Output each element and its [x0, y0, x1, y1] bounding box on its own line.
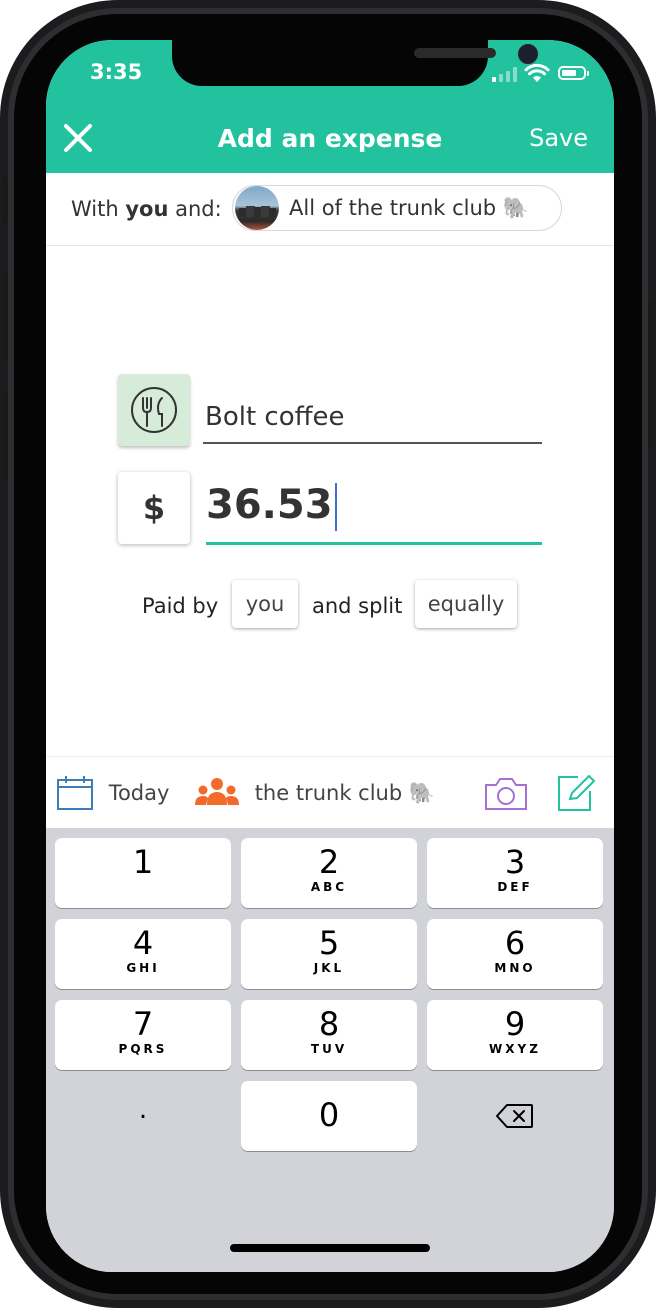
group-button[interactable]: the trunk club 🐘 [194, 775, 435, 811]
with-label: With you and: [71, 197, 222, 221]
save-button[interactable]: Save [529, 124, 588, 152]
currency-button[interactable]: $ [118, 472, 190, 544]
status-time: 3:35 [90, 60, 143, 84]
amount-value: 36.53 [206, 482, 333, 528]
numeric-keypad: 1 2 ABC 3 DEF 4 GHI 5 JKL 6 MNO 7 PQRS 8 TUV 9W… [46, 828, 614, 1272]
volume-down-button [2, 390, 8, 482]
camera-icon[interactable] [484, 775, 528, 811]
date-label: Today [108, 781, 170, 805]
key-6[interactable]: 6 MNO [427, 919, 603, 989]
mute-switch [2, 176, 8, 224]
key-7[interactable]: 7 PQRS [55, 1000, 231, 1070]
screen: 3:35 Add an expense Save With you and: A… [46, 40, 614, 1272]
fork-knife-icon [131, 387, 177, 433]
calendar-icon [57, 776, 93, 810]
backspace-icon [496, 1104, 533, 1128]
split-method-button[interactable]: equally [415, 580, 517, 628]
app-header: 3:35 Add an expense Save [46, 40, 614, 173]
key-5[interactable]: 5 JKL [241, 919, 417, 989]
key-3[interactable]: 3 DEF [427, 838, 603, 908]
key-2[interactable]: 2 ABC [241, 838, 417, 908]
group-people-icon [195, 778, 239, 805]
front-camera [518, 44, 538, 64]
note-pencil-icon[interactable] [556, 773, 596, 813]
category-button[interactable] [118, 374, 190, 446]
power-button [648, 300, 654, 450]
volume-up-button [2, 270, 8, 362]
battery-icon [558, 66, 589, 80]
group-label: the trunk club 🐘 [254, 780, 435, 805]
speaker [414, 48, 496, 58]
key-1[interactable]: 1 [55, 838, 231, 908]
key-0[interactable]: 0 [241, 1081, 417, 1151]
payer-button[interactable]: you [232, 580, 298, 628]
key-backspace[interactable] [427, 1081, 603, 1151]
key-4[interactable]: 4 GHI [55, 919, 231, 989]
paid-by-label: Paid by [142, 594, 219, 618]
group-chip[interactable]: All of the trunk club 🐘 [232, 185, 562, 231]
cellular-signal-icon [492, 66, 520, 82]
date-button[interactable]: Today [56, 775, 169, 811]
notch [172, 40, 538, 86]
description-input[interactable] [203, 392, 542, 444]
key-decimal[interactable]: . [55, 1081, 231, 1151]
participants-row: With you and: All of the trunk club 🐘 [46, 173, 614, 246]
home-indicator [230, 1244, 430, 1252]
key-8[interactable]: 8 TUV [241, 1000, 417, 1070]
expense-toolbar: Today the trunk club 🐘 [46, 756, 614, 829]
amount-input[interactable]: 36.53 [206, 478, 542, 545]
group-avatar [235, 186, 279, 230]
wifi-icon [524, 63, 550, 82]
split-row: Paid by you and split equally [46, 580, 614, 630]
and-split-label: and split [312, 594, 403, 618]
key-9[interactable]: 9 WXYZ [427, 1000, 603, 1070]
group-name: All of the trunk club 🐘 [289, 196, 529, 220]
text-caret [334, 483, 337, 531]
